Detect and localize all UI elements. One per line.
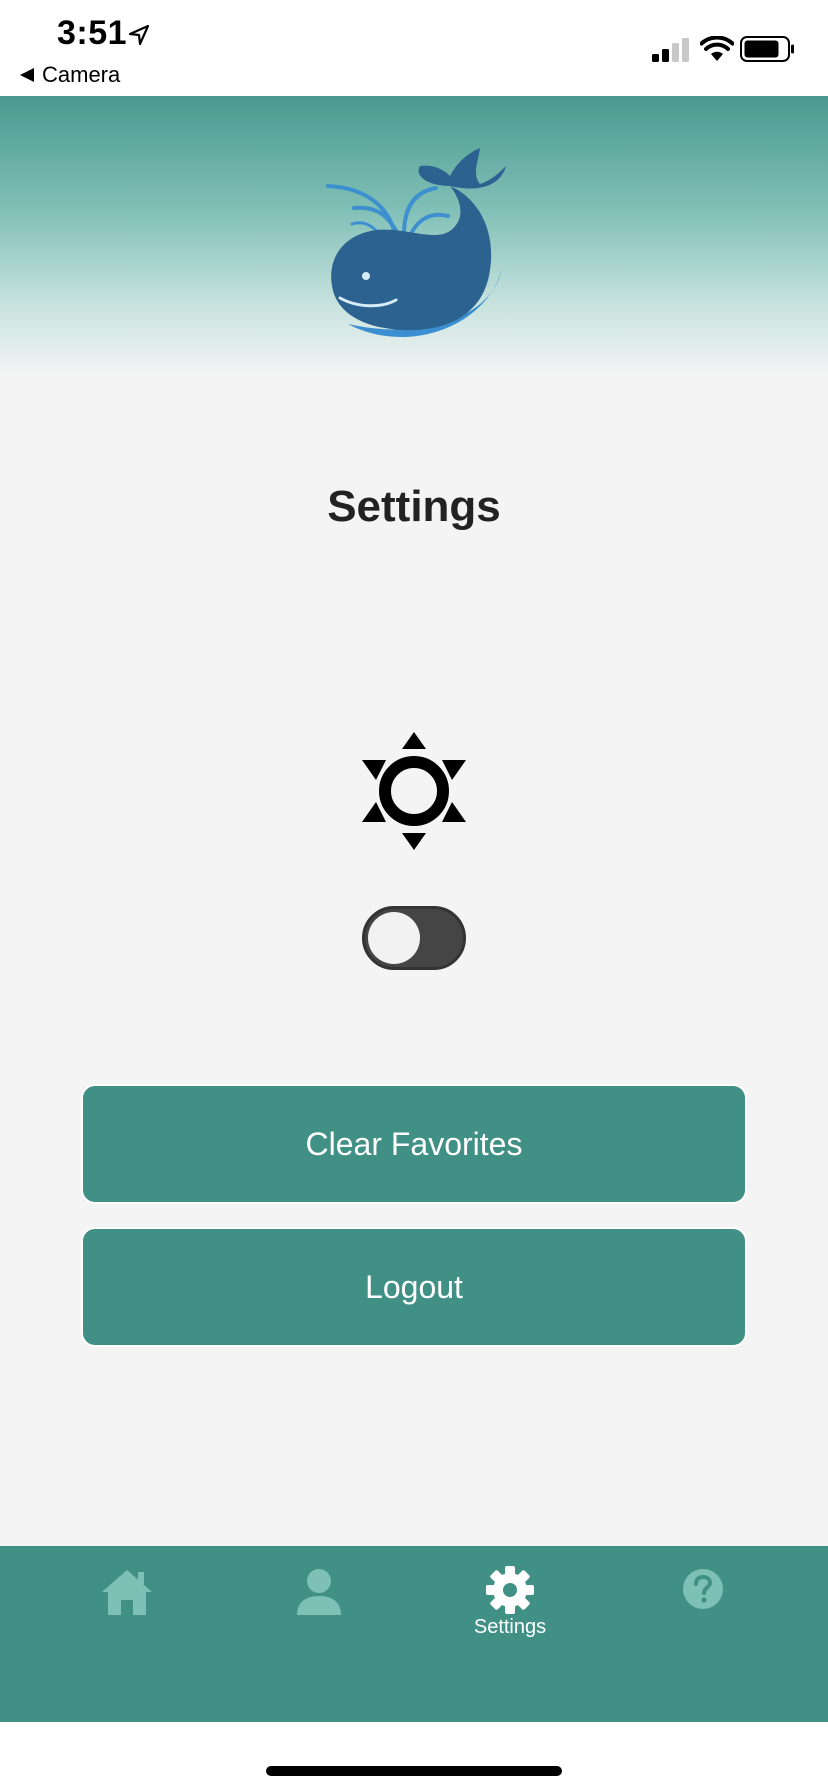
cellular-signal-icon xyxy=(652,38,689,62)
back-to-camera-link[interactable]: Camera xyxy=(20,60,120,90)
header-banner xyxy=(0,96,828,376)
status-bar: 3:51 Camera xyxy=(0,0,828,96)
dark-mode-toggle[interactable] xyxy=(362,906,466,970)
tab-help[interactable] xyxy=(643,1546,763,1656)
tab-bar: Settings xyxy=(0,1546,828,1722)
toggle-knob xyxy=(368,912,420,964)
home-indicator[interactable] xyxy=(266,1766,562,1776)
back-arrow-icon xyxy=(20,68,34,82)
tab-profile[interactable] xyxy=(259,1546,379,1656)
home-icon xyxy=(102,1570,152,1615)
tab-settings[interactable]: Settings xyxy=(450,1546,570,1656)
home-indicator-area xyxy=(0,1722,828,1792)
location-arrow-icon xyxy=(128,24,150,46)
tab-home[interactable] xyxy=(67,1546,187,1656)
battery-icon xyxy=(740,36,794,62)
status-time: 3:51 xyxy=(57,14,128,52)
wifi-icon xyxy=(700,36,734,61)
logout-button[interactable]: Logout xyxy=(81,1227,747,1347)
sun-brightness-icon xyxy=(362,732,466,850)
clear-favorites-button[interactable]: Clear Favorites xyxy=(81,1084,747,1204)
tab-settings-label: Settings xyxy=(473,1616,547,1638)
user-icon xyxy=(297,1569,341,1615)
gear-icon xyxy=(486,1566,534,1614)
back-label: Camera xyxy=(42,62,121,87)
page-title: Settings xyxy=(327,482,501,531)
whale-logo-icon xyxy=(326,148,506,338)
help-question-icon xyxy=(683,1569,723,1609)
